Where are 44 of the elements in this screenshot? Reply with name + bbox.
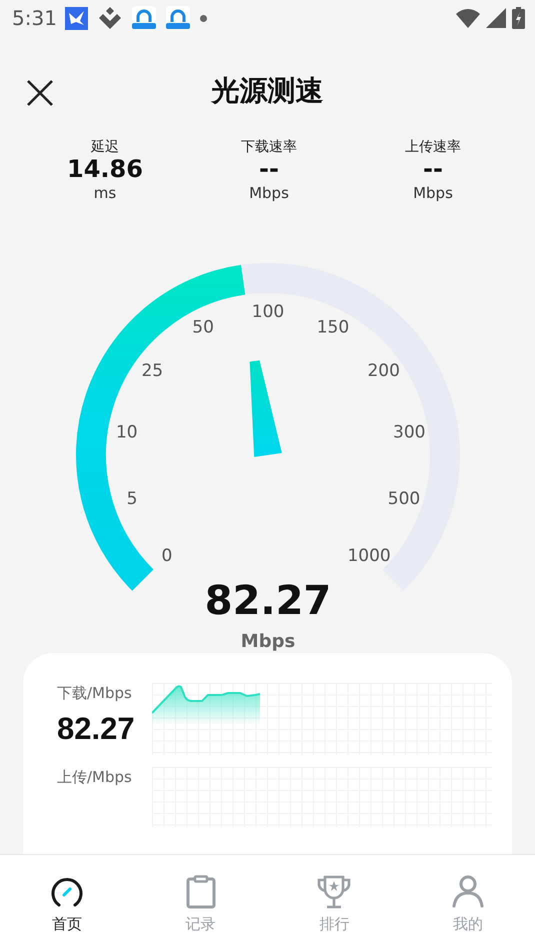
chart-label: 下载/Mbps	[57, 683, 133, 703]
scale-label: 300	[393, 422, 426, 443]
dot-icon	[200, 14, 207, 22]
scale-label: 10	[116, 422, 138, 443]
scale-label: 1000	[347, 546, 391, 566]
status-time: 5:31	[12, 6, 57, 30]
speedometer-icon	[50, 875, 84, 909]
person-icon	[452, 875, 484, 909]
scale-label: 0	[161, 546, 172, 566]
nav-tab[interactable]: 排行	[268, 855, 402, 951]
stat-unit: ms	[94, 183, 116, 204]
nav-tab[interactable]: 记录	[134, 855, 268, 951]
page-title: 光源测速	[212, 73, 324, 109]
scale-label: 500	[388, 489, 420, 510]
battery-icon	[512, 7, 525, 29]
nav-tab[interactable]: 我的	[401, 855, 535, 951]
stat-label: 下载速率	[241, 138, 297, 156]
chart-value: 82.27	[57, 711, 136, 747]
nav-tab[interactable]: 首页	[0, 855, 134, 951]
chart-label: 上传/Mbps	[57, 767, 133, 787]
close-button[interactable]	[26, 79, 54, 107]
bird-app-icon	[64, 6, 88, 30]
stat-unit: Mbps	[249, 183, 289, 204]
diamond-app-icon	[98, 6, 122, 30]
stat-unit: Mbps	[413, 183, 453, 204]
stat-label: 延迟	[91, 138, 119, 156]
scale-label: 25	[142, 360, 164, 381]
stat-value: --	[423, 156, 443, 182]
stat-value: 14.86	[67, 156, 143, 182]
lock-app-icon	[166, 6, 190, 30]
trophy-icon	[317, 875, 352, 909]
speed-value: 82.27	[204, 578, 332, 624]
stat-label: 上传速率	[405, 138, 461, 156]
scale-label: 150	[316, 318, 350, 338]
speed-unit: Mbps	[240, 631, 296, 652]
wifi-icon	[456, 8, 480, 28]
clipboard-icon	[186, 875, 216, 909]
scale-label: 50	[192, 318, 214, 338]
scale-label: 200	[367, 360, 400, 381]
lock-app-icon	[132, 6, 156, 30]
scale-label: 5	[126, 489, 138, 510]
scale-label: 100	[252, 302, 284, 322]
signal-icon	[486, 8, 506, 28]
stat-value: --	[259, 156, 279, 182]
